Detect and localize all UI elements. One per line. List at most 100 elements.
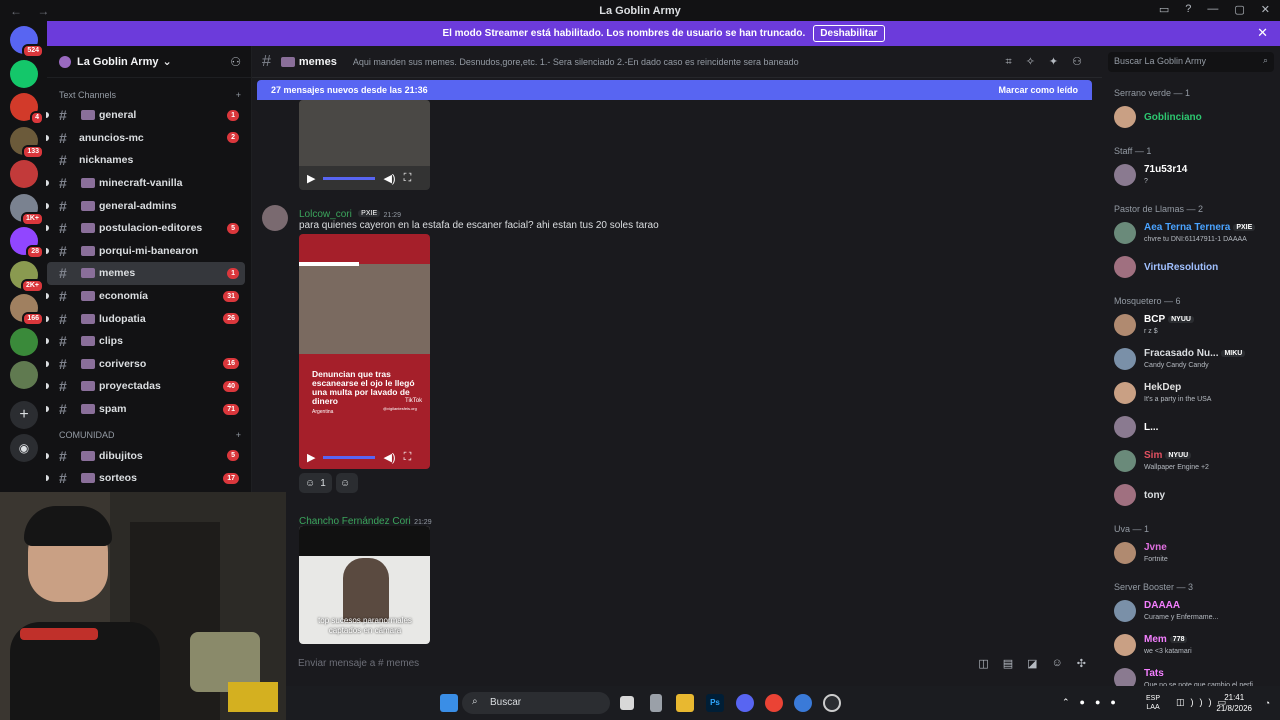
channel-general-admins[interactable]: # general-admins xyxy=(46,194,245,217)
minimize-button[interactable]: — xyxy=(1207,3,1218,16)
member-item[interactable]: Goblinciano xyxy=(1112,102,1278,134)
mention-badge: 71 xyxy=(223,403,239,415)
member-item[interactable]: Aea Terna Ternera PXIE chvre tu DNI:611479… xyxy=(1112,218,1278,250)
app-icon-blue[interactable] xyxy=(794,694,812,712)
channel-topic[interactable]: Aqui manden sus memes. Desnudos,gore,etc… xyxy=(353,57,799,67)
video-player-tiktok[interactable]: Denuncian que tras escanearse el ojo le … xyxy=(299,234,430,469)
channel-memes[interactable]: # memes 1 xyxy=(47,262,245,285)
search-input[interactable]: Buscar La Goblin Army ⌕ xyxy=(1108,52,1274,72)
avatar[interactable] xyxy=(262,205,288,231)
maximize-button[interactable]: ▢ xyxy=(1234,3,1244,16)
gif-icon[interactable]: ▤ xyxy=(1003,657,1013,670)
volume-icon[interactable]: ◀) xyxy=(383,172,395,185)
windows-start-icon[interactable] xyxy=(440,694,458,712)
clock[interactable]: 21:41 21/8/2026 xyxy=(1216,692,1252,714)
video-player-top[interactable]: ▶ ◀) ⛶ xyxy=(299,100,430,190)
channel-postulacion-editores[interactable]: # postulacion-editores 5 xyxy=(46,217,245,240)
app-icon-gray[interactable] xyxy=(823,694,841,712)
play-icon[interactable]: ▶ xyxy=(307,451,315,464)
add-server-icon[interactable]: + xyxy=(10,400,38,429)
server-icon-7[interactable]: 2K+ xyxy=(10,260,44,293)
notification-icon[interactable]: ◔ xyxy=(1265,698,1270,708)
system-tray-icons[interactable]: ⌃●●● xyxy=(1062,697,1126,708)
channel-nicknames[interactable]: # nicknames xyxy=(47,149,245,172)
app-icon[interactable] xyxy=(650,694,662,712)
member-item[interactable]: tony xyxy=(1112,480,1278,512)
channel-economía[interactable]: # economía 31 xyxy=(46,285,245,308)
add-member-icon[interactable]: ⚇ xyxy=(230,55,241,69)
server-header[interactable]: La Goblin Army ⌄ ⚇ xyxy=(47,46,251,78)
video-controls[interactable]: ▶ ◀) ⛶ xyxy=(299,166,430,190)
category-text-channels[interactable]: Text Channels + xyxy=(47,78,251,104)
add-reaction-button[interactable]: ☺ xyxy=(336,473,358,493)
discover-icon[interactable]: ◉ xyxy=(10,434,38,462)
video-controls[interactable]: ▶ ◀) ⛶ xyxy=(299,445,430,469)
discord-taskbar-icon[interactable] xyxy=(736,694,754,712)
video-player-bottom[interactable]: top sucesos paranormales captados en cám… xyxy=(299,526,430,644)
server-icon-10[interactable] xyxy=(10,361,38,389)
progress-bar[interactable] xyxy=(323,455,376,459)
member-item[interactable]: Sim NYUU Wallpaper Engine +2 xyxy=(1112,446,1278,478)
member-item[interactable]: Jvne Fortnite xyxy=(1112,538,1278,570)
channel-porqui-mi-banearon[interactable]: # porqui-mi-banearon xyxy=(46,240,245,263)
channel-minecraft-vanilla[interactable]: # minecraft-vanilla xyxy=(46,172,245,195)
member-item[interactable]: 71u53r14? xyxy=(1112,160,1278,192)
channel-general[interactable]: # general 1 xyxy=(46,104,245,127)
fullscreen-icon[interactable]: ⛶ xyxy=(404,172,412,185)
server-icon-8[interactable]: 166 xyxy=(10,294,44,326)
close-banner-icon[interactable]: ✕ xyxy=(1257,25,1268,41)
language-indicator[interactable]: ESP LAA xyxy=(1146,694,1160,712)
close-window-button[interactable]: ✕ xyxy=(1261,3,1270,16)
username[interactable]: Lolcow_cori xyxy=(299,209,352,220)
channel-dibujitos[interactable]: # dibujitos 5 xyxy=(46,444,245,467)
play-icon[interactable]: ▶ xyxy=(307,172,315,185)
inbox-icon[interactable]: ▭ xyxy=(1159,3,1169,16)
channel-spam[interactable]: # spam 71 xyxy=(46,398,245,421)
volume-icon[interactable]: ◀) xyxy=(383,451,395,464)
member-item[interactable]: Tats Que no se note que cambio el perfi..… xyxy=(1112,664,1278,686)
category-community[interactable]: COMUNIDAD + xyxy=(47,420,251,444)
channel-sorteos[interactable]: # sorteos 17 xyxy=(46,467,245,490)
help-icon[interactable]: ? xyxy=(1185,3,1191,16)
server-icon-3[interactable]: 133 xyxy=(10,126,44,159)
gift-icon[interactable]: ◫ xyxy=(978,657,988,670)
server-icon-1[interactable] xyxy=(10,59,38,88)
search-placeholder: Buscar La Goblin Army xyxy=(1114,56,1207,66)
progress-bar[interactable] xyxy=(323,176,376,180)
reaction-laugh[interactable]: ☺ 1 xyxy=(299,473,332,493)
member-item[interactable]: HekDep It's a party in the USA xyxy=(1112,378,1278,410)
new-messages-bar[interactable]: 27 mensajes nuevos desde las 21:36 Marca… xyxy=(257,80,1092,100)
header-icons[interactable]: ⌗✧✦⚇ xyxy=(1006,55,1097,69)
channel-anuncios-mc[interactable]: # anuncios-mc 2 xyxy=(46,127,245,150)
member-item[interactable]: Mem 778 we <3 katamari xyxy=(1112,630,1278,662)
server-icon-4[interactable] xyxy=(10,160,38,188)
sticker-icon[interactable]: ◪ xyxy=(1027,657,1037,670)
member-item[interactable]: Fracasado Nu... MIKU Candy Candy Candy xyxy=(1112,344,1278,376)
mark-read-button[interactable]: Marcar como leído xyxy=(998,85,1078,95)
member-item[interactable]: BCP NYUU r z $ xyxy=(1112,310,1278,342)
server-icon-0[interactable]: 524 xyxy=(10,26,44,58)
emoji-icon[interactable]: ☺ xyxy=(1052,657,1063,670)
member-item[interactable]: DAAAA Curame y Enfermame... xyxy=(1112,596,1278,628)
add-channel-icon[interactable]: + xyxy=(236,430,241,440)
server-icon-9[interactable] xyxy=(10,327,38,356)
task-view-icon[interactable] xyxy=(620,696,634,710)
add-channel-icon[interactable]: + xyxy=(236,90,241,100)
channel-coriverso[interactable]: # coriverso 16 xyxy=(46,353,245,376)
apps-icon[interactable]: ✣ xyxy=(1077,657,1086,670)
taskbar-search[interactable]: ⌕ Buscar xyxy=(462,692,610,714)
chrome-icon[interactable] xyxy=(765,694,783,712)
server-icon-5[interactable]: 1K+ xyxy=(10,193,44,226)
channel-proyectadas[interactable]: # proyectadas 40 xyxy=(46,375,245,398)
fullscreen-icon[interactable]: ⛶ xyxy=(404,451,412,464)
file-explorer-icon[interactable] xyxy=(676,694,694,712)
channel-ludopatia[interactable]: # ludopatia 26 xyxy=(46,307,245,330)
message-input[interactable]: Enviar mensaje a # memes ◫ ▤ ◪ ☺ ✣ xyxy=(286,646,1096,680)
photoshop-icon[interactable]: Ps xyxy=(706,694,724,712)
channel-clips[interactable]: # clips xyxy=(46,330,245,353)
member-item[interactable]: VirtuResolution xyxy=(1112,252,1278,284)
disable-streamer-button[interactable]: Deshabilitar xyxy=(813,25,885,42)
server-icon-2[interactable]: 4 xyxy=(10,93,44,125)
member-item[interactable]: L... xyxy=(1112,412,1278,444)
server-icon-6[interactable]: 28 xyxy=(10,227,44,259)
